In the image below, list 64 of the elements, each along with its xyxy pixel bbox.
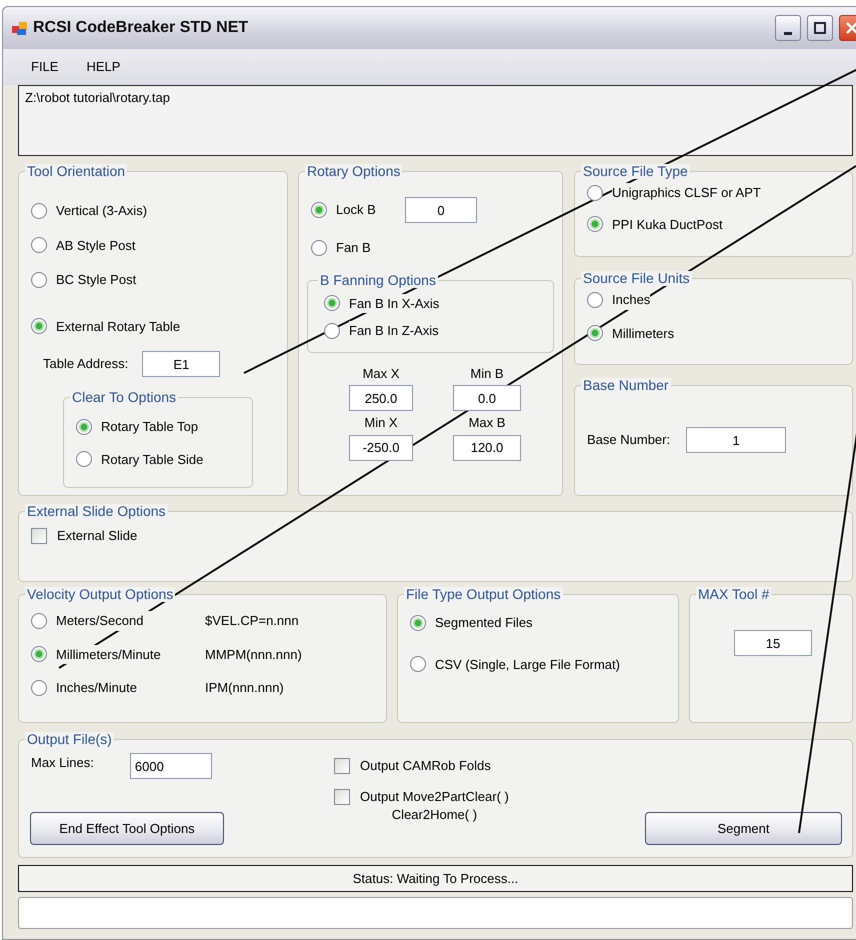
segment-button[interactable]: Segment — [645, 812, 842, 845]
group-title: B Fanning Options — [318, 272, 438, 288]
app-icon — [11, 20, 27, 36]
group-title: External Slide Options — [25, 504, 168, 519]
radio-button[interactable] — [31, 646, 47, 662]
maximize-icon — [813, 21, 827, 35]
radio-label: Unigraphics CLSF or APT — [612, 183, 761, 202]
group-title: Base Number — [581, 378, 671, 393]
radio-button[interactable] — [31, 318, 47, 334]
menu-item[interactable]: FILE — [31, 57, 58, 77]
text-field[interactable]: 15 — [734, 630, 812, 656]
maximize-button[interactable] — [807, 15, 833, 41]
file-path-box: Z:\robot tutorial\rotary.tap — [18, 85, 853, 156]
text-field[interactable]: 120.0 — [453, 434, 521, 460]
field-label: Table Address: — [43, 355, 128, 374]
checkbox[interactable] — [31, 528, 47, 544]
group-title: Output File(s) — [25, 732, 114, 747]
window-title: RCSI CodeBreaker STD NET — [33, 18, 250, 38]
text-field[interactable]: E1 — [142, 351, 220, 377]
radio-button[interactable] — [587, 216, 603, 232]
text-field[interactable]: -250.0 — [349, 434, 413, 460]
radio-button[interactable] — [31, 612, 47, 629]
radio-button[interactable] — [587, 292, 603, 308]
group-title: Source File Units — [581, 271, 692, 286]
text-field[interactable]: 250.0 — [349, 385, 413, 411]
field-label: Max Lines: — [31, 754, 94, 772]
text-field[interactable]: 1 — [686, 427, 786, 453]
radio-button[interactable] — [587, 325, 603, 342]
radio-label: Fan B In X-Axis — [349, 294, 440, 313]
radio-button[interactable] — [324, 322, 340, 339]
radio-button[interactable] — [587, 184, 603, 201]
group-title: Velocity Output Options — [25, 587, 176, 602]
radio-button[interactable] — [31, 272, 47, 288]
radio-button[interactable] — [31, 202, 47, 219]
radio-button[interactable] — [31, 680, 47, 696]
radio-button[interactable] — [410, 614, 426, 631]
text-field[interactable]: 0 — [405, 197, 477, 223]
group-title: MAX Tool # — [696, 587, 772, 602]
text-field[interactable]: 0.0 — [453, 385, 521, 411]
radio-button[interactable] — [311, 240, 327, 256]
radio-button[interactable] — [31, 237, 47, 254]
radio-button[interactable] — [76, 451, 92, 468]
group-title: Tool Orientation — [25, 164, 128, 179]
checkbox-label: Output CAMRob Folds — [360, 757, 491, 775]
checkbox[interactable] — [334, 758, 350, 774]
end-effect-tool-options-button[interactable]: End Effect Tool Options — [30, 812, 224, 845]
checkbox-label: External Slide — [57, 527, 138, 545]
text-field[interactable]: 6000 — [130, 753, 212, 779]
radio-button[interactable] — [311, 202, 327, 218]
menu-item[interactable]: HELP — [86, 57, 120, 77]
group-title: Source File Type — [581, 164, 690, 179]
radio-button[interactable] — [76, 418, 92, 435]
status-bar: Status: Waiting To Process... — [18, 865, 853, 892]
close-icon — [845, 21, 856, 35]
field-label: Base Number: — [587, 431, 670, 450]
checkbox-label: Output Move2PartClear( ) Clear2Home( ) — [360, 788, 509, 824]
group-title: Clear To Options — [70, 390, 178, 405]
radio-button[interactable] — [324, 295, 340, 312]
group-title: File Type Output Options — [404, 587, 563, 602]
minimize-button[interactable] — [775, 15, 801, 41]
checkbox[interactable] — [334, 789, 350, 805]
minimize-icon — [784, 32, 792, 34]
group-title: Rotary Options — [305, 164, 402, 179]
radio-button[interactable] — [410, 656, 426, 672]
